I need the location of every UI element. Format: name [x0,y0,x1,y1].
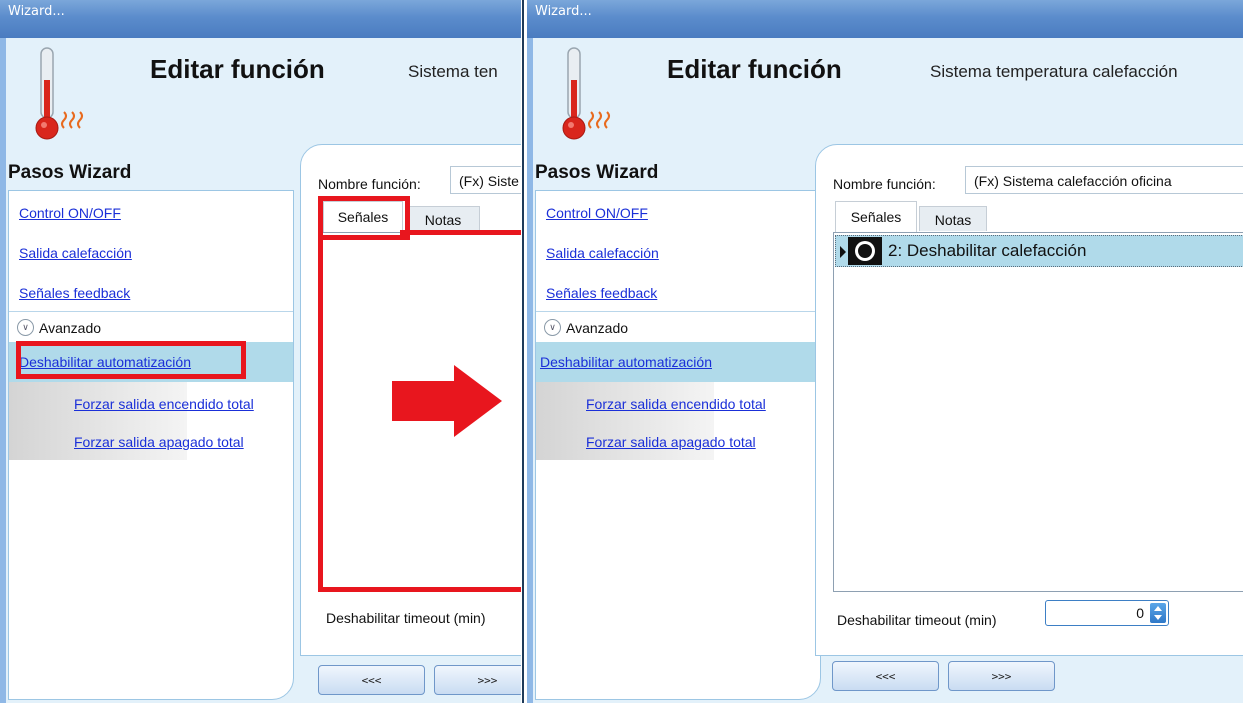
step-deshabilitar-automatizacion[interactable]: Deshabilitar automatización [540,354,712,370]
page-title: Editar función [150,54,325,84]
step-forzar-apagado[interactable]: Forzar salida apagado total [586,434,756,450]
highlight-tab-box [318,196,410,240]
arrow-right-icon [392,365,502,437]
next-button[interactable]: >>> [434,665,521,695]
window-title: Wizard... [527,0,1243,38]
row-pointer-icon [840,246,846,258]
steps-title: Pasos Wizard [8,162,132,183]
timeout-value: 0 [1136,605,1144,621]
tab-notas[interactable]: Notas [406,206,480,231]
window-title: Wizard... [0,0,521,38]
chevron-down-icon: ∨ [544,319,561,336]
wizard-window-before: Wizard... Editar función Sistema ten Pas… [0,0,521,703]
window-frame [527,38,533,703]
name-label: Nombre función: [318,176,421,192]
steps-title: Pasos Wizard [535,162,659,183]
tab-senales[interactable]: Señales [835,201,917,233]
advanced-label: Avanzado [39,319,102,336]
step-control-onoff[interactable]: Control ON/OFF [546,205,648,221]
spin-arrows-icon [1154,606,1162,620]
chevron-down-icon: ∨ [17,319,34,336]
thermometer-icon [35,47,83,140]
advanced-expander[interactable]: ∨ Avanzado [17,319,101,336]
divider [536,311,820,312]
step-forzar-encendido[interactable]: Forzar salida encendido total [586,396,766,412]
page-subtitle: Sistema ten [408,62,498,81]
name-field[interactable]: (Fx) Sistema calefacción oficina [965,166,1243,194]
timeout-stepper[interactable]: 0 [1045,600,1169,626]
next-button[interactable]: >>> [948,661,1055,691]
page-title: Editar función [667,54,842,84]
divider [9,311,293,312]
timeout-label: Deshabilitar timeout (min) [326,610,486,626]
timeout-label: Deshabilitar timeout (min) [837,612,997,628]
signal-icon [848,237,882,265]
thermometer-icon [562,47,610,140]
highlight-step-box [16,341,246,379]
signal-row-label: 2: Deshabilitar calefacción [888,241,1087,260]
name-label: Nombre función: [833,176,936,192]
advanced-expander[interactable]: ∨ Avanzado [544,319,628,336]
signal-row[interactable]: 2: Deshabilitar calefacción [835,235,1243,267]
step-forzar-apagado[interactable]: Forzar salida apagado total [74,434,244,450]
spin-buttons[interactable] [1150,603,1166,623]
step-salida-calefaccion[interactable]: Salida calefacción [19,245,132,261]
name-field[interactable]: (Fx) Siste [450,166,521,194]
step-salida-calefaccion[interactable]: Salida calefacción [546,245,659,261]
previous-button[interactable]: <<< [318,665,425,695]
signals-list[interactable]: 2: Deshabilitar calefacción [833,232,1243,592]
step-forzar-encendido[interactable]: Forzar salida encendido total [74,396,254,412]
window-frame [0,38,6,703]
wizard-window-after: Wizard... Editar función Sistema tempera… [527,0,1243,703]
advanced-label: Avanzado [566,319,629,336]
step-control-onoff[interactable]: Control ON/OFF [19,205,121,221]
steps-panel: Control ON/OFF Salida calefacción Señale… [535,190,821,700]
tab-notas[interactable]: Notas [919,206,987,231]
page-subtitle: Sistema temperatura calefacción [930,62,1178,81]
steps-panel: Control ON/OFF Salida calefacción Señale… [8,190,294,700]
previous-button[interactable]: <<< [832,661,939,691]
step-senales-feedback[interactable]: Señales feedback [546,285,657,301]
step-senales-feedback[interactable]: Señales feedback [19,285,130,301]
